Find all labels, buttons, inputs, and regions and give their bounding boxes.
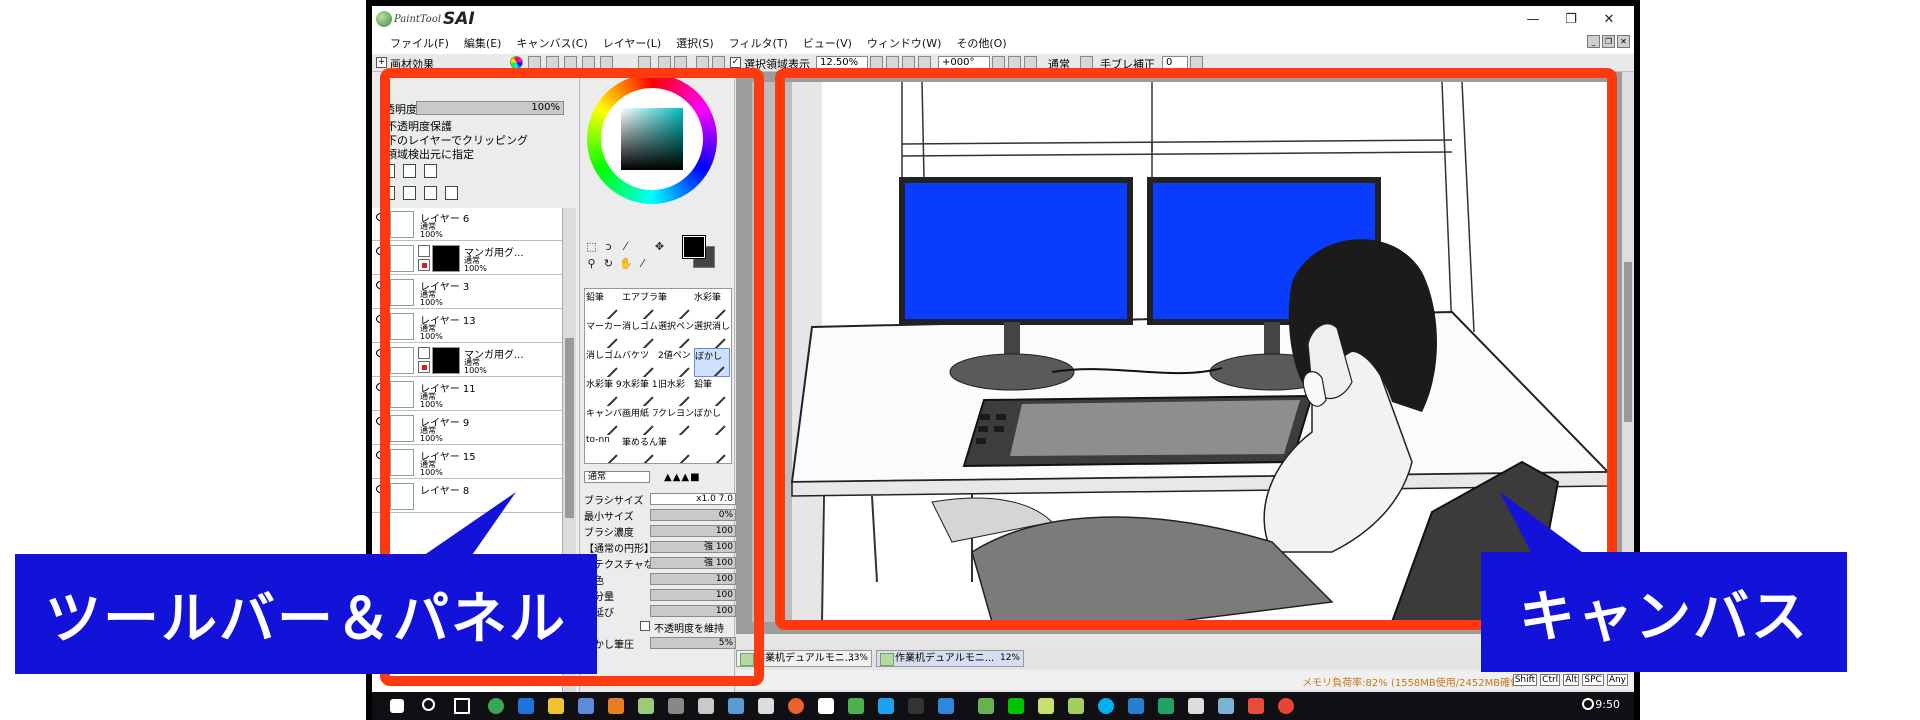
mdi-minimize-button[interactable]: _ [1587,35,1600,48]
statusbar: メモリ負荷率:82% (1558MB使用/2452MB確保) Shift Ctr… [736,670,1634,690]
canvas-callout: キャンバス [1481,552,1847,672]
skype-icon[interactable] [1098,698,1114,714]
app-icon[interactable] [758,698,774,714]
close-button[interactable]: ✕ [1590,9,1628,29]
app-icon[interactable] [848,698,864,714]
sai-taskbar-icon[interactable] [638,698,654,714]
app-icon[interactable] [978,698,994,714]
app-icon[interactable] [818,698,834,714]
shift-key-indicator: Shift [1512,674,1538,686]
menubar: ファイル(F) 編集(E) キャンバス(C) レイヤー(L) 選択(S) フィル… [372,32,1634,54]
taskbar-clock[interactable]: 9:50 [1595,698,1620,711]
document-tab-zoom: 12% [999,653,1020,663]
excel-icon[interactable] [1158,698,1174,714]
effects-toggle[interactable]: + [376,57,387,68]
minimize-button[interactable]: — [1514,9,1552,29]
app-icon[interactable] [938,698,954,714]
start-icon[interactable] [390,699,404,713]
canvas-highlight [775,68,1617,630]
app-logo-icon [376,11,392,27]
app-logo: PaintTool SAI [376,9,475,29]
chrome-icon[interactable] [1278,698,1294,714]
document-tab-active[interactable]: 作業机デュアルモニ... 12% [876,650,1024,667]
modifier-keys: Shift Ctrl Alt SPC Any [1512,674,1628,686]
windows-taskbar: 9:50 [372,692,1634,720]
mdi-controls: _ ❐ ✕ [1587,35,1630,48]
file-explorer-icon[interactable] [548,698,564,714]
document-tab-title: 作業机デュアルモニ... [895,653,995,664]
chrome-icon[interactable] [488,698,504,714]
twitter-icon[interactable] [878,698,894,714]
edge-icon[interactable] [518,698,534,714]
right-callout-pointer [1500,492,1590,558]
selection-display-checkbox[interactable]: ✓ [730,57,741,68]
app-icon[interactable] [698,698,714,714]
app-icon[interactable] [578,698,594,714]
menu-view[interactable]: ビュー(V) [803,35,852,51]
menu-canvas[interactable]: キャンバス(C) [516,35,587,51]
document-tab-title: 作業机デュアルモニ... [755,653,855,664]
space-key-indicator: SPC [1582,674,1604,686]
window-controls: — ❐ ✕ [1514,9,1628,29]
mdi-close-button[interactable]: ✕ [1617,35,1630,48]
app-icon[interactable] [908,698,924,714]
menu-filter[interactable]: フィルタ(T) [729,35,788,51]
firefox-icon[interactable] [788,698,804,714]
app-icon[interactable] [1248,698,1264,714]
alt-key-indicator: Alt [1563,674,1580,686]
toolbar-panel-callout: ツールバー＆パネル [15,554,597,674]
any-key-indicator: Any [1606,674,1628,686]
restore-button[interactable]: ❐ [1552,9,1590,29]
media-icon[interactable] [608,698,624,714]
canvas-vertical-scrollbar[interactable] [1622,72,1634,634]
mail-icon[interactable] [1188,698,1204,714]
app-logo-small-text: PaintTool [394,13,442,25]
app-icon[interactable] [1218,698,1234,714]
mdi-restore-button[interactable]: ❐ [1602,35,1615,48]
left-callout-pointer [420,492,516,558]
task-view-icon[interactable] [454,698,470,714]
titlebar: PaintTool SAI — ❐ ✕ [372,6,1634,32]
search-icon[interactable] [422,698,435,711]
app-icon[interactable] [668,698,684,714]
line-icon[interactable] [1008,698,1024,714]
menu-edit[interactable]: 編集(E) [464,35,502,51]
app-icon[interactable] [1068,698,1084,714]
word-icon[interactable] [1128,698,1144,714]
menu-file[interactable]: ファイル(F) [390,35,449,51]
menu-layer[interactable]: レイヤー(L) [603,35,661,51]
app-icon[interactable] [1038,698,1054,714]
document-tab-zoom: 33% [847,653,868,663]
menu-other[interactable]: その他(O) [956,35,1006,51]
menu-window[interactable]: ウィンドウ(W) [867,35,941,51]
menu-select[interactable]: 選択(S) [676,35,714,51]
ctrl-key-indicator: Ctrl [1540,674,1561,686]
notepad-icon[interactable] [728,698,744,714]
memory-usage: メモリ負荷率:82% (1558MB使用/2452MB確保) [1302,678,1524,689]
pen-icon[interactable] [1582,698,1594,710]
canvas-vertical-scrollbar-thumb[interactable] [1624,262,1632,422]
app-logo-big-text: SAI [443,9,475,29]
